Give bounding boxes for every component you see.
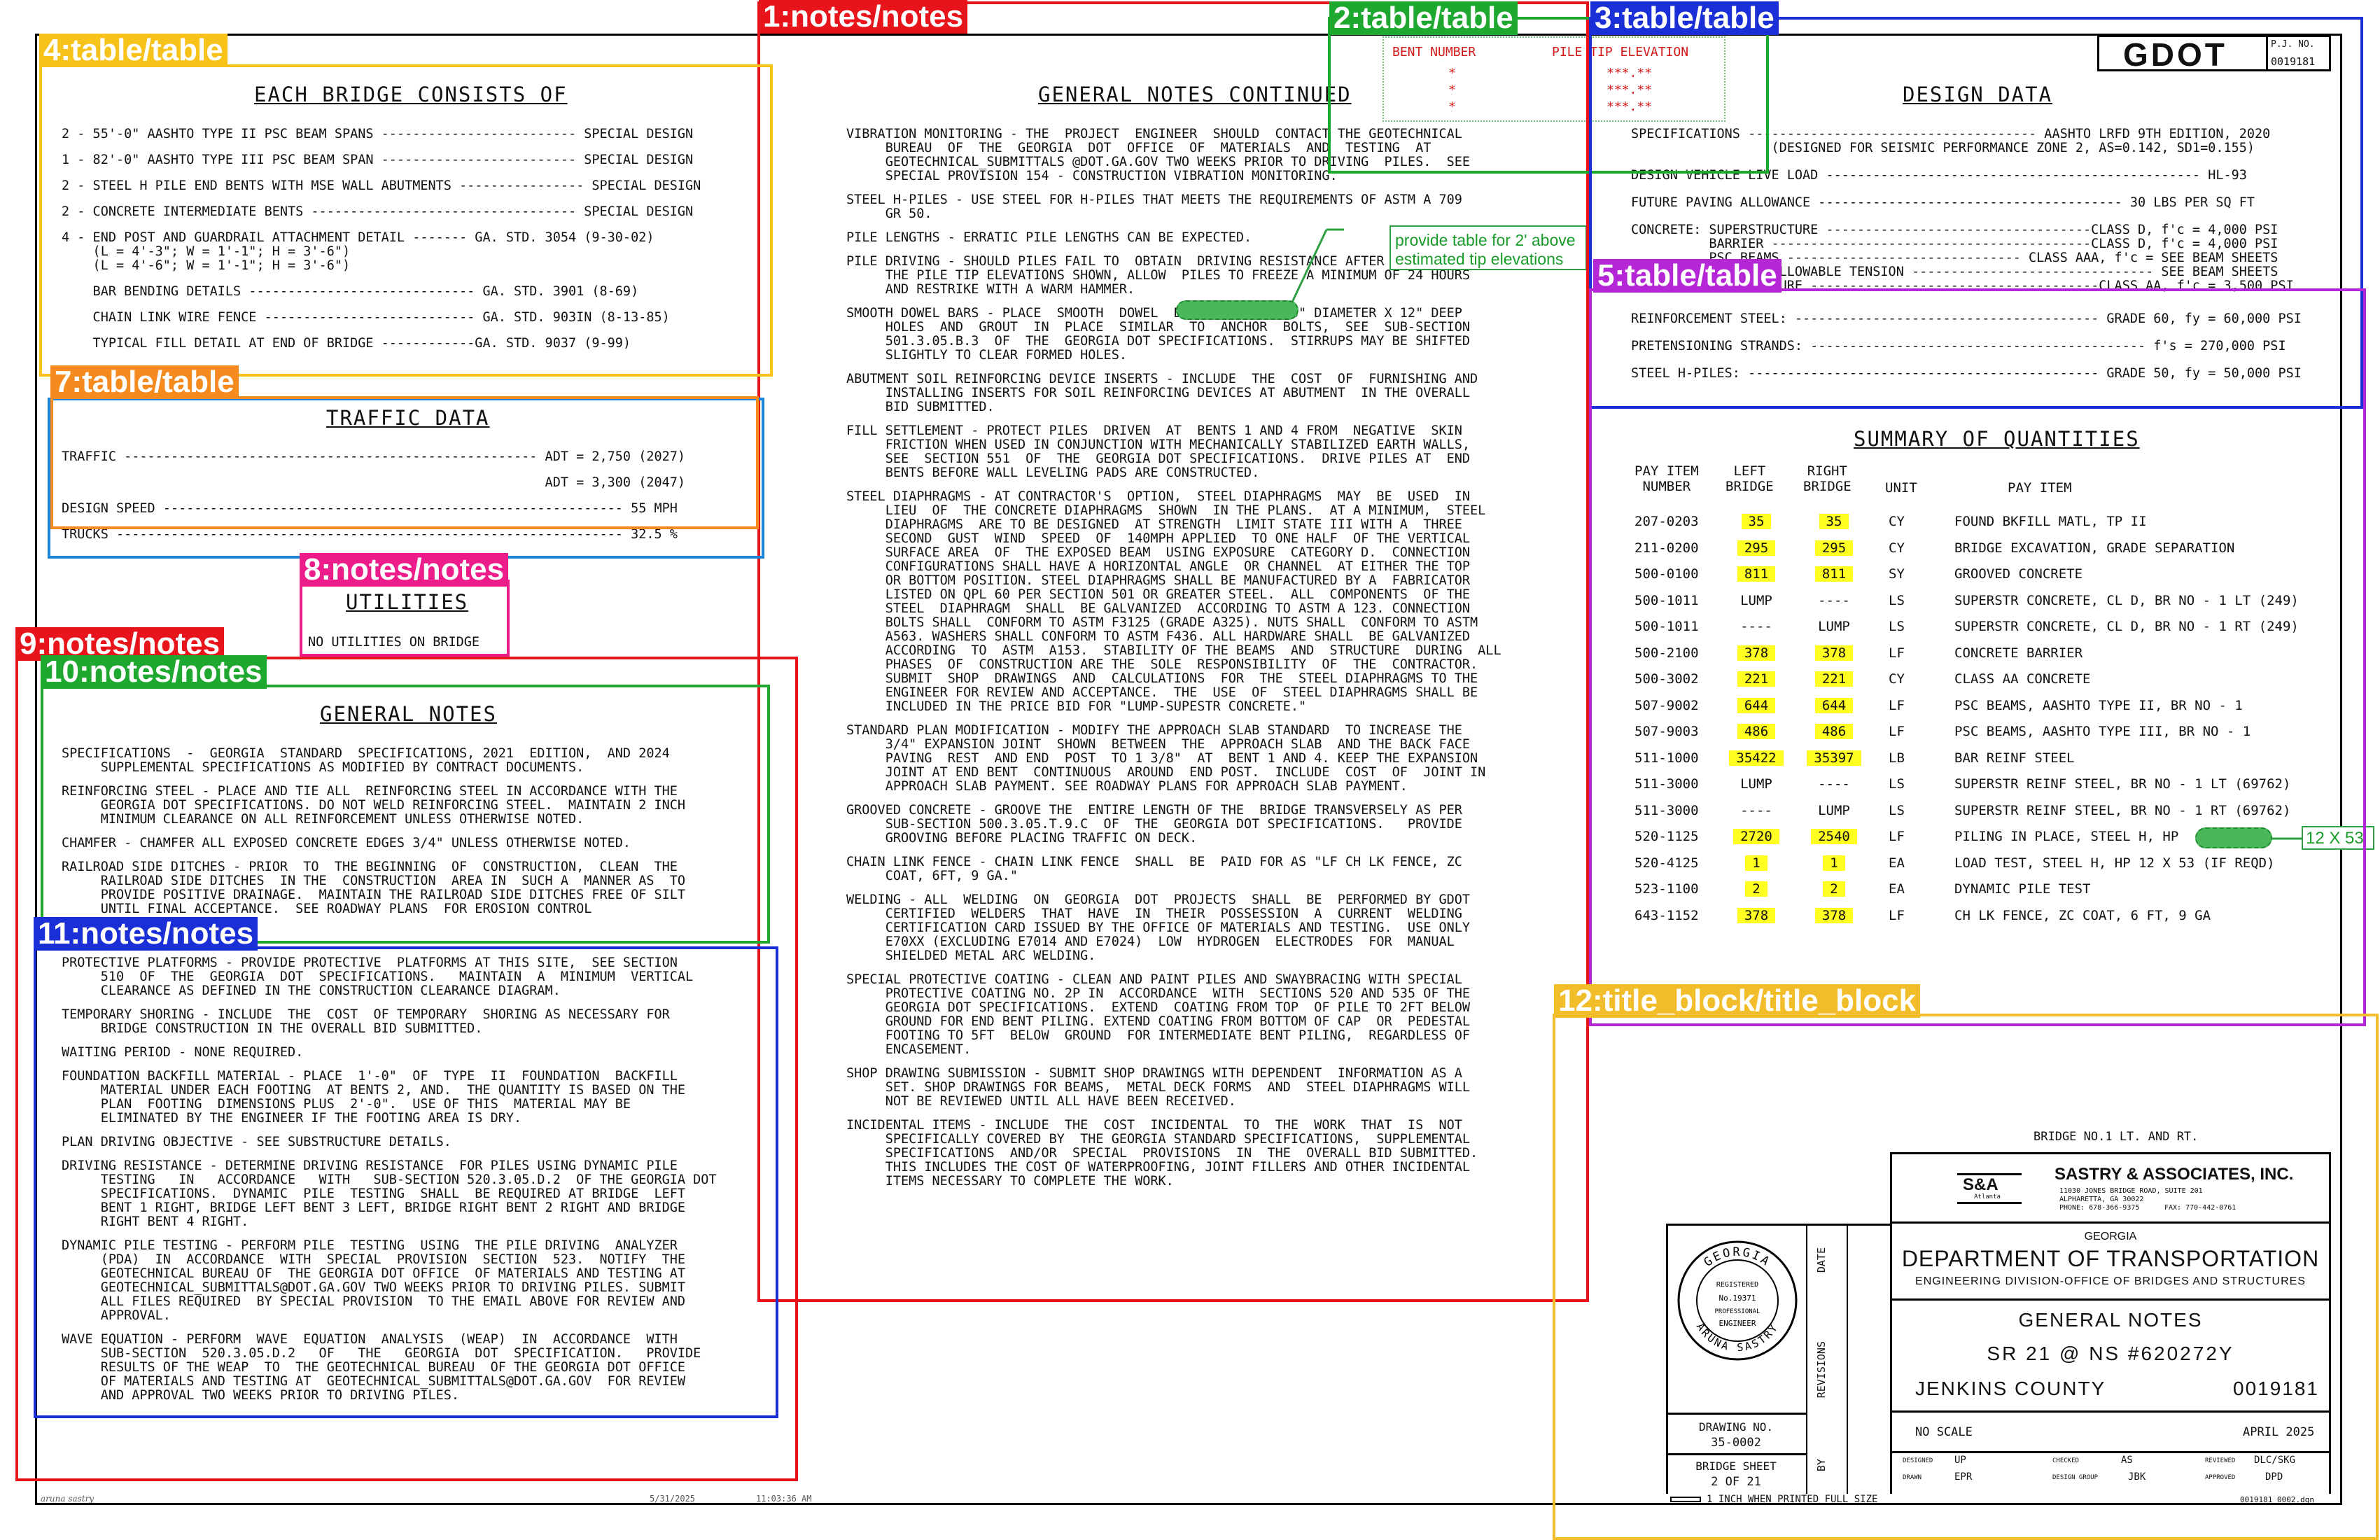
region-4-table: [39, 64, 773, 377]
region-7-label: 7:table/table: [50, 365, 239, 399]
region-10-notes: [41, 685, 770, 944]
region-2-label: 2:table/table: [1329, 1, 1518, 35]
region-10-label: 10:notes/notes: [41, 655, 267, 689]
region-1-notes: [757, 1, 1589, 1302]
region-3-label: 3:table/table: [1590, 1, 1779, 35]
region-7-table: [50, 396, 759, 529]
region-4-label: 4:table/table: [39, 34, 227, 67]
footer-date: 5/31/2025: [650, 1494, 696, 1504]
region-12-title-block: [1553, 1014, 2379, 1540]
region-5-label: 5:table/table: [1593, 259, 1782, 293]
region-11-notes: [34, 946, 778, 1418]
footer-time: 11:03:36 AM: [756, 1494, 812, 1504]
region-12-label: 12:title_block/title_block: [1554, 984, 1921, 1018]
region-5-table: [1589, 288, 2366, 1026]
region-1-label: 1:notes/notes: [759, 0, 968, 34]
region-8-notes: [300, 580, 510, 657]
region-8-label: 8:notes/notes: [300, 553, 509, 587]
footer-author: aruna sastry: [41, 1494, 94, 1504]
region-11-label: 11:notes/notes: [34, 917, 258, 951]
